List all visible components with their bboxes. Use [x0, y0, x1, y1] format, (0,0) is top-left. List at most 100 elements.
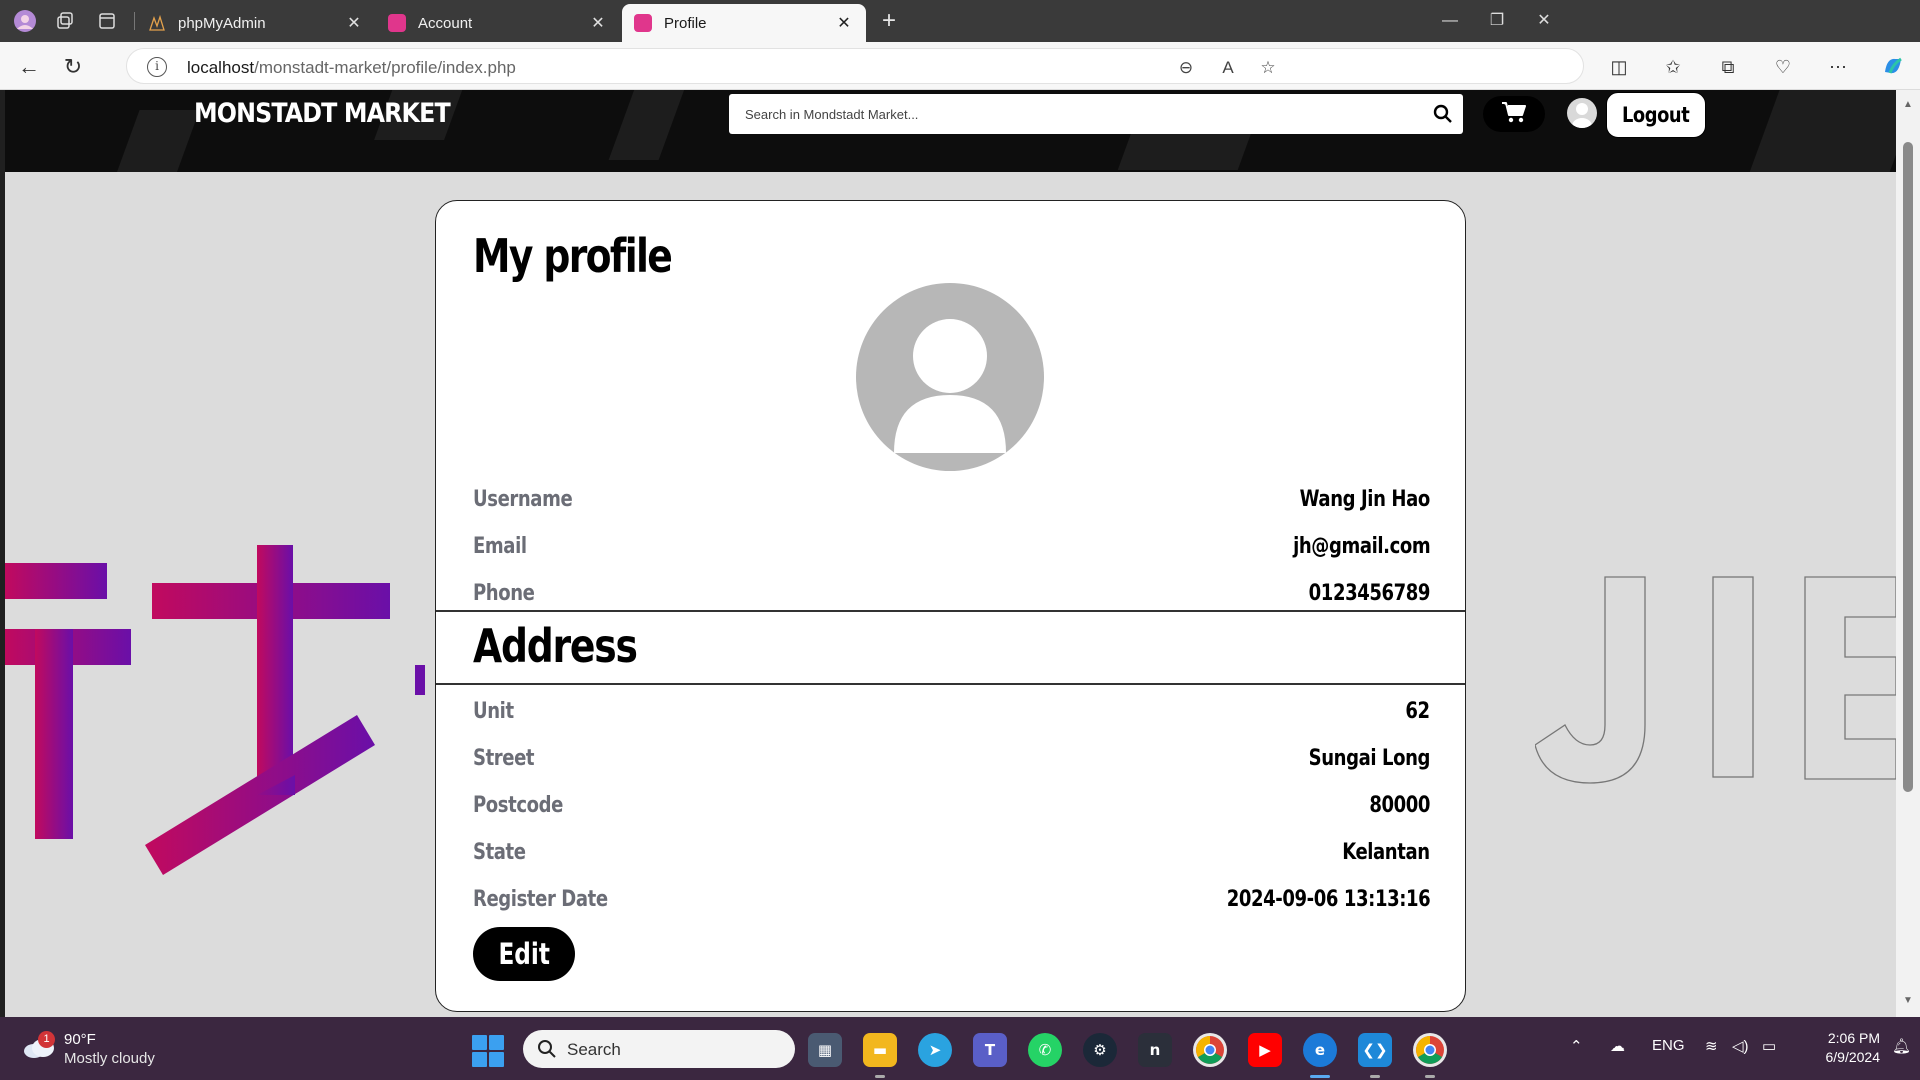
steam-icon[interactable]: ⚙: [1083, 1033, 1117, 1067]
edge-icon[interactable]: e: [1303, 1033, 1337, 1067]
windows-taskbar: 1 90°F Mostly cloudy Search ▦ ▬ ➤ T ✆ ⚙ …: [0, 1017, 1920, 1080]
zoom-out-icon[interactable]: ⊖: [1175, 57, 1197, 79]
address-row-register-date: Register Date 2024-09-06 13:13:16: [473, 883, 1430, 917]
address-row-postcode: Postcode 80000: [473, 789, 1430, 823]
language-indicator[interactable]: ENG: [1652, 1037, 1685, 1054]
running-indicator: [1425, 1075, 1435, 1078]
browser-essentials-icon[interactable]: ♡: [1770, 54, 1796, 80]
field-value: 80000: [1369, 793, 1430, 818]
edit-button[interactable]: Edit: [473, 927, 575, 981]
split-screen-icon[interactable]: ◫: [1606, 54, 1632, 80]
field-label: Email: [473, 534, 527, 559]
close-tab-icon[interactable]: ✕: [588, 13, 608, 33]
field-label: State: [473, 840, 526, 865]
system-clock[interactable]: 2:06 PM 6/9/2024: [1795, 1029, 1881, 1067]
running-indicator: [875, 1075, 885, 1078]
scroll-up-icon[interactable]: ▲: [1901, 98, 1915, 112]
logout-label: Logout: [1622, 103, 1690, 127]
close-tab-icon[interactable]: ✕: [344, 13, 364, 33]
cart-button[interactable]: [1483, 96, 1545, 132]
left-decoration: [5, 545, 425, 930]
tab-title: phpMyAdmin: [178, 14, 266, 32]
logout-button[interactable]: Logout: [1606, 92, 1706, 138]
field-label: Username: [473, 487, 573, 512]
tab-phpmyadmin[interactable]: phpMyAdmin ✕: [136, 4, 376, 42]
workspaces-icon[interactable]: [52, 8, 78, 34]
site-logo[interactable]: MONSTADT MARKET: [194, 98, 451, 129]
phpmyadmin-icon: [148, 14, 166, 32]
nox-player-icon[interactable]: n: [1138, 1033, 1172, 1067]
site-info-icon[interactable]: i: [147, 57, 167, 77]
more-menu-icon[interactable]: ⋯: [1825, 54, 1851, 80]
show-hidden-icons-icon[interactable]: ⌃: [1570, 1037, 1583, 1055]
wifi-icon[interactable]: ≋: [1705, 1037, 1718, 1055]
field-label: Street: [473, 746, 535, 771]
address-bar[interactable]: i localhost/monstadt-market/profile/inde…: [126, 48, 1584, 84]
volume-icon[interactable]: ◁): [1732, 1037, 1749, 1055]
vscode-icon[interactable]: ❮❯: [1358, 1033, 1392, 1067]
windows-start-icon[interactable]: [472, 1035, 504, 1067]
section-divider: [436, 683, 1465, 685]
section-divider: [436, 610, 1465, 612]
battery-icon[interactable]: ▭: [1762, 1037, 1776, 1055]
tab-account[interactable]: Account ✕: [376, 4, 620, 42]
profile-avatar: [856, 283, 1044, 471]
youtube-icon[interactable]: ▶: [1248, 1033, 1282, 1067]
profile-row-username: Username Wang Jin Hao: [473, 483, 1430, 517]
clock-date: 6/9/2024: [1825, 1049, 1881, 1065]
teams-icon[interactable]: T: [973, 1033, 1007, 1067]
site-favicon: [634, 14, 652, 32]
minimize-icon[interactable]: —: [1430, 8, 1470, 34]
page-scrollbar[interactable]: ▲ ▼: [1896, 90, 1920, 1017]
browser-tab-bar: phpMyAdmin ✕ Account ✕ Profile ✕ + — ❐ ✕: [0, 0, 1920, 42]
reload-icon[interactable]: ↻: [58, 52, 88, 82]
active-indicator: [1310, 1075, 1330, 1078]
close-window-icon[interactable]: ✕: [1524, 8, 1564, 34]
file-explorer-icon[interactable]: ▬: [863, 1033, 897, 1067]
site-search-input[interactable]: [745, 94, 1425, 134]
profile-avatar-icon[interactable]: [12, 8, 38, 34]
notifications-bell-icon[interactable]: 🔔︎: [1892, 1037, 1911, 1055]
address-row-unit: Unit 62: [473, 695, 1430, 729]
collections-icon[interactable]: ⧉: [1715, 54, 1741, 80]
field-value: Kelantan: [1342, 840, 1431, 865]
chrome-icon[interactable]: [1193, 1033, 1227, 1067]
url-text[interactable]: localhost/monstadt-market/profile/index.…: [187, 58, 516, 78]
new-tab-icon[interactable]: +: [876, 7, 902, 34]
favorite-star-icon[interactable]: ☆: [1257, 57, 1279, 79]
restore-icon[interactable]: ❐: [1477, 8, 1517, 34]
cart-icon: [1501, 101, 1527, 128]
tab-actions-icon[interactable]: [94, 8, 120, 34]
weather-badge: 1: [38, 1031, 55, 1048]
weather-condition: Mostly cloudy: [64, 1050, 155, 1067]
chrome-profile-icon[interactable]: [1413, 1033, 1447, 1067]
favorites-icon[interactable]: ✩: [1660, 54, 1686, 80]
right-decoration: [1534, 575, 1896, 790]
clock-time: 2:06 PM: [1827, 1030, 1880, 1046]
tab-profile[interactable]: Profile ✕: [622, 4, 866, 42]
copilot-icon[interactable]: [1880, 54, 1906, 80]
back-arrow-icon[interactable]: ←: [14, 52, 44, 82]
taskbar-search[interactable]: Search: [523, 1030, 795, 1068]
scroll-thumb[interactable]: [1903, 142, 1913, 792]
app-icon-widget[interactable]: ▦: [808, 1033, 842, 1067]
read-aloud-icon[interactable]: A: [1217, 57, 1239, 79]
onedrive-icon[interactable]: ☁: [1610, 1037, 1625, 1055]
scroll-down-icon[interactable]: ▼: [1901, 994, 1915, 1008]
field-value: Sungai Long: [1308, 746, 1431, 771]
whatsapp-icon[interactable]: ✆: [1028, 1033, 1062, 1067]
search-icon[interactable]: [1423, 94, 1463, 134]
profile-row-email: Email jh@gmail.com: [473, 530, 1430, 564]
close-tab-icon[interactable]: ✕: [834, 13, 854, 33]
url-host: localhost: [187, 58, 255, 77]
user-avatar-icon[interactable]: [1567, 98, 1597, 128]
telegram-icon[interactable]: ➤: [918, 1033, 952, 1067]
tab-title: Account: [418, 14, 473, 32]
address-row-state: State Kelantan: [473, 836, 1430, 870]
default-user-icon: [894, 319, 1006, 453]
field-label: Unit: [473, 699, 514, 724]
tab-separator: [134, 12, 135, 30]
field-value: 2024-09-06 13:13:16: [1226, 887, 1430, 912]
weather-widget[interactable]: 1 90°F Mostly cloudy: [20, 1029, 190, 1071]
header-pattern: [110, 110, 200, 172]
